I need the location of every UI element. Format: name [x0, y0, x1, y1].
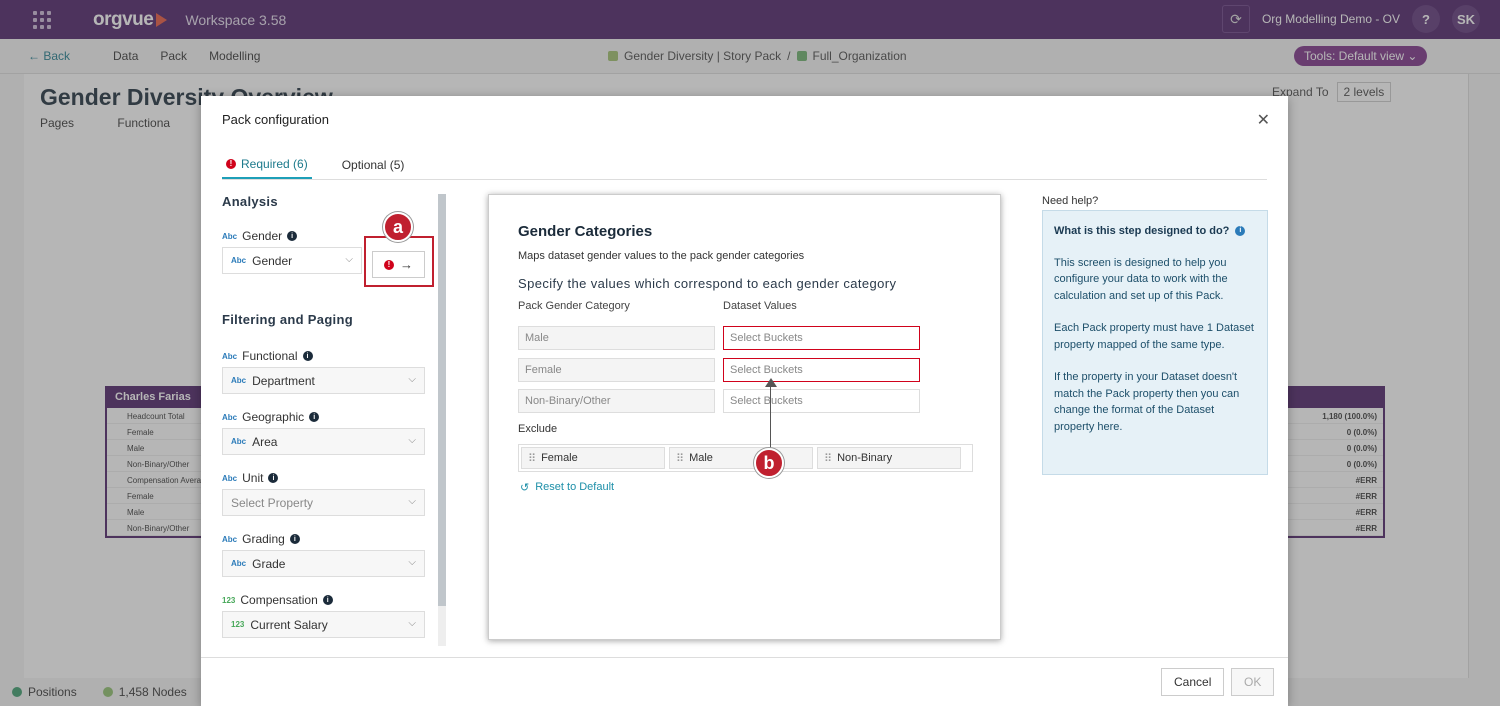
column-pack-category: Pack Gender Category [518, 300, 630, 312]
help-title: Need help? [1042, 195, 1099, 207]
gender-select[interactable]: Abc Gender ⌵ [222, 247, 362, 274]
info-icon[interactable]: i [322, 595, 333, 605]
filtering-title: Filtering and Paging [222, 312, 353, 327]
help-paragraph: This screen is designed to help you conf… [1054, 256, 1228, 302]
analysis-title: Analysis [222, 194, 278, 209]
bucket-select-nonbinary[interactable]: Select Buckets [723, 389, 920, 413]
drag-handle-icon[interactable]: ⠿ [824, 452, 832, 465]
error-icon: ! [226, 158, 236, 169]
grading-field-label: Abc Grading i [222, 532, 437, 546]
tab-bar: ! Required (6) Optional (5) [222, 150, 1267, 180]
dialog-title: Pack configuration [222, 112, 329, 127]
scrollbar-thumb[interactable] [438, 194, 446, 606]
card-subtitle: Maps dataset gender values to the pack g… [518, 250, 805, 262]
geographic-field-label: Abc Geographic i [222, 410, 437, 424]
callout-a: a [383, 212, 413, 242]
chevron-down-icon: ⌵ [408, 435, 416, 446]
dialog-footer: Cancel OK [201, 657, 1288, 706]
functional-select[interactable]: Abc Department ⌵ [222, 367, 425, 394]
compensation-field-label: 123 Compensation i [222, 593, 437, 607]
drag-handle-icon[interactable]: ⠿ [528, 452, 536, 465]
cancel-button[interactable]: Cancel [1161, 668, 1225, 696]
callout-arrow-head [765, 378, 777, 387]
chevron-down-icon: ⌵ [408, 496, 416, 507]
help-paragraph: Each Pack property must have 1 Dataset p… [1054, 322, 1254, 351]
compensation-select[interactable]: 123 Current Salary ⌵ [222, 611, 425, 638]
callout-arrow-line [770, 382, 771, 449]
info-icon[interactable]: i [289, 534, 300, 544]
ok-button[interactable]: OK [1231, 668, 1275, 696]
help-paragraph: If the property in your Dataset doesn't … [1054, 371, 1240, 433]
info-icon[interactable]: i [309, 412, 320, 422]
info-icon[interactable]: i [1235, 226, 1246, 237]
info-icon[interactable]: i [287, 231, 298, 241]
exclude-chip[interactable]: ⠿ Male [669, 447, 813, 469]
tab-required[interactable]: ! Required (6) [222, 150, 312, 179]
pack-configuration-dialog: Pack configuration ✕ ! Required (6) Optio… [201, 96, 1288, 706]
unit-field-label: Abc Unit i [222, 471, 437, 485]
help-question: What is this step designed to do? i [1054, 223, 1256, 240]
functional-field-label: Abc Functional i [222, 349, 437, 363]
chevron-down-icon: ⌵ [408, 618, 416, 629]
info-icon[interactable]: i [302, 351, 313, 361]
drag-handle-icon[interactable]: ⠿ [676, 452, 684, 465]
unit-select[interactable]: Select Property ⌵ [222, 489, 425, 516]
close-icon[interactable]: ✕ [1257, 110, 1270, 130]
category-male: Male [518, 326, 715, 350]
grading-select[interactable]: Abc Grade ⌵ [222, 550, 425, 577]
reset-icon: ↺ [520, 482, 530, 494]
callout-b: b [754, 448, 784, 478]
reset-to-default-link[interactable]: ↺ Reset to Default [520, 481, 614, 494]
gender-categories-card: Gender Categories Maps dataset gender va… [488, 194, 1001, 640]
help-panel: What is this step designed to do? i This … [1042, 210, 1268, 475]
category-nonbinary: Non-Binary/Other [518, 389, 715, 413]
bucket-select-female[interactable]: Select Buckets [723, 358, 920, 382]
bucket-select-male[interactable]: Select Buckets [723, 326, 920, 350]
tab-optional[interactable]: Optional (5) [338, 150, 409, 179]
panel-scrollbar[interactable] [438, 194, 446, 646]
callout-highlight-box [364, 236, 434, 287]
chevron-down-icon: ⌵ [345, 254, 353, 265]
exclude-label: Exclude [518, 423, 558, 435]
chevron-down-icon: ⌵ [408, 374, 416, 385]
column-dataset-values: Dataset Values [723, 300, 797, 312]
exclude-chip[interactable]: ⠿ Non-Binary [817, 447, 961, 469]
chevron-down-icon: ⌵ [408, 557, 416, 568]
info-icon[interactable]: i [268, 473, 279, 483]
category-female: Female [518, 358, 715, 382]
exclude-dropzone[interactable]: ⠿ Female ⠿ Male ⠿ Non-Binary [518, 444, 973, 472]
exclude-chip[interactable]: ⠿ Female [521, 447, 665, 469]
geographic-select[interactable]: Abc Area ⌵ [222, 428, 425, 455]
text-type-icon: Abc [222, 231, 238, 241]
card-instruction: Specify the values which correspond to e… [518, 276, 897, 291]
card-title: Gender Categories [518, 223, 653, 240]
